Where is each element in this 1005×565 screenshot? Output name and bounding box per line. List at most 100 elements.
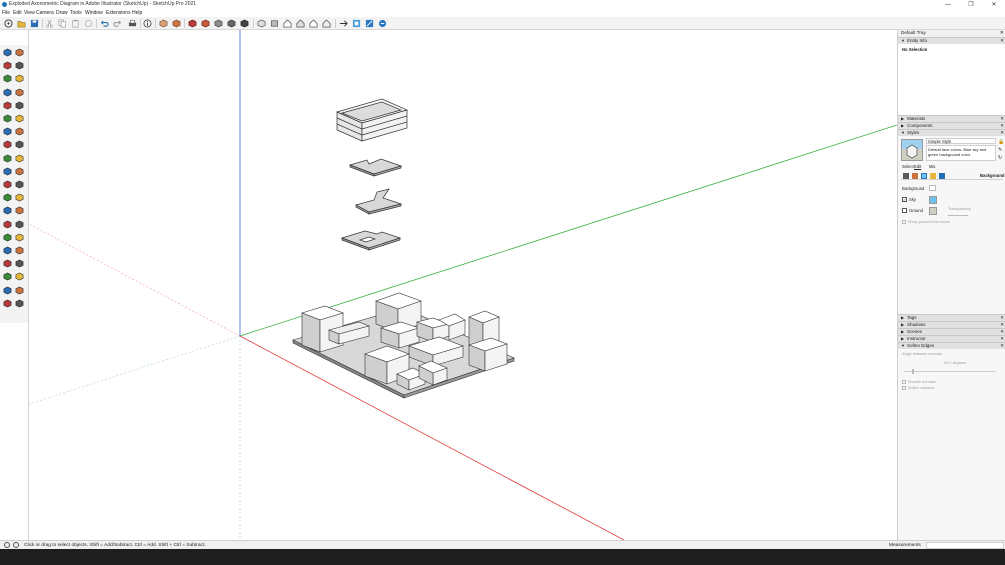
tab-mix[interactable]: Mix <box>929 164 936 169</box>
transparency-slider[interactable] <box>948 215 968 216</box>
show-ground-checkbox[interactable] <box>902 220 906 224</box>
position-camera-icon[interactable] <box>2 258 13 269</box>
hidden-line-icon[interactable] <box>200 18 211 29</box>
minimize-button[interactable]: — <box>937 0 959 10</box>
measurements-input[interactable] <box>926 542 1004 549</box>
3d-text-icon[interactable] <box>14 205 25 216</box>
model-info-icon[interactable] <box>142 18 153 29</box>
styles-panel-header[interactable]: ▼ Styles ✕ <box>898 129 1005 136</box>
tab-select[interactable]: Select <box>902 164 914 169</box>
watermark-settings-icon[interactable] <box>930 173 936 179</box>
section-cuts-icon[interactable] <box>364 18 375 29</box>
arc-icon[interactable] <box>2 113 13 124</box>
style-description-field[interactable]: Default face colors. Blue sky and green … <box>926 145 996 161</box>
materials-panel-header[interactable]: ▶ Materials ✕ <box>898 115 1005 122</box>
sandbox-icon[interactable] <box>2 285 13 296</box>
display-section-icon[interactable] <box>351 18 362 29</box>
move-icon[interactable] <box>2 139 13 150</box>
style-name-field[interactable]: Simple Style <box>926 138 996 144</box>
cut-icon[interactable] <box>44 18 55 29</box>
text-icon[interactable] <box>14 192 25 203</box>
polygon-icon[interactable] <box>14 100 25 111</box>
iso-view-icon[interactable] <box>256 18 267 29</box>
menu-tools[interactable]: Tools <box>70 10 82 17</box>
erase-icon[interactable] <box>83 18 94 29</box>
textured-icon[interactable] <box>226 18 237 29</box>
monochrome-icon[interactable] <box>239 18 250 29</box>
zoom-extents-icon[interactable] <box>2 245 13 256</box>
paste-icon[interactable] <box>70 18 81 29</box>
rectangle-icon[interactable] <box>2 87 13 98</box>
left-view-icon[interactable] <box>321 18 332 29</box>
sky-color-swatch[interactable] <box>929 196 937 204</box>
drape-icon[interactable] <box>2 298 13 309</box>
menu-draw[interactable]: Draw <box>56 10 68 17</box>
maximize-button[interactable]: ❐ <box>960 0 982 10</box>
background-color-swatch[interactable] <box>929 185 936 191</box>
dimension-icon[interactable] <box>14 179 25 190</box>
exploded-roof-layer[interactable] <box>335 98 409 142</box>
style-thumbnail[interactable] <box>901 139 923 161</box>
eraser-icon[interactable] <box>14 60 25 71</box>
menu-window[interactable]: Window <box>85 10 103 17</box>
edge-settings-icon[interactable] <box>903 173 909 179</box>
menu-extensions[interactable]: Extensions <box>106 10 130 17</box>
follow-me-icon[interactable] <box>14 153 25 164</box>
components-panel-header[interactable]: ▶ Components ✕ <box>898 122 1005 129</box>
instructor-panel-header[interactable]: ▶ Instructor ✕ <box>898 335 1005 342</box>
paint-icon[interactable]: ✎ <box>998 147 1002 153</box>
modeling-settings-icon[interactable] <box>939 173 945 179</box>
new-icon[interactable] <box>3 18 14 29</box>
ground-checkbox[interactable] <box>902 208 907 213</box>
soften-edges-panel-header[interactable]: ▼ Soften Edges ✕ <box>898 342 1005 349</box>
update-style-icon[interactable]: 🔒 <box>998 139 1004 145</box>
exploded-floor-slab-1[interactable] <box>348 158 403 177</box>
line-icon[interactable] <box>2 73 13 84</box>
zoom-window-icon[interactable] <box>14 232 25 243</box>
shaded-icon[interactable] <box>213 18 224 29</box>
orbit-icon[interactable] <box>2 219 13 230</box>
two-point-arc-icon[interactable] <box>2 126 13 137</box>
protractor-icon[interactable] <box>2 192 13 203</box>
help-icon[interactable] <box>13 542 19 548</box>
three-point-arc-icon[interactable] <box>14 126 25 137</box>
pan-icon[interactable] <box>14 219 25 230</box>
drawing-viewport[interactable] <box>29 30 897 540</box>
zoom-icon[interactable] <box>2 232 13 243</box>
tape-measure-icon[interactable] <box>2 179 13 190</box>
save-icon[interactable] <box>29 18 40 29</box>
close-icon[interactable]: ✕ <box>1000 30 1004 36</box>
face-settings-icon[interactable] <box>912 173 918 179</box>
menu-edit[interactable]: Edit <box>13 10 22 17</box>
background-settings-icon[interactable] <box>921 173 927 179</box>
smooth-normals-checkbox[interactable] <box>902 380 906 384</box>
top-view-icon[interactable] <box>269 18 280 29</box>
city-block-model[interactable] <box>292 292 515 399</box>
wireframe-icon[interactable] <box>187 18 198 29</box>
exploded-floor-slab-2[interactable] <box>355 188 403 215</box>
rotated-rectangle-icon[interactable] <box>14 87 25 98</box>
flip-edge-icon[interactable] <box>14 298 25 309</box>
rotate-icon[interactable] <box>2 153 13 164</box>
section-plane-icon[interactable] <box>14 271 25 282</box>
angle-slider-thumb[interactable] <box>912 369 914 374</box>
menu-camera[interactable]: Camera <box>36 10 54 17</box>
back-edges-icon[interactable] <box>171 18 182 29</box>
exploded-floor-slab-3[interactable] <box>340 230 402 251</box>
back-view-icon[interactable] <box>308 18 319 29</box>
entity-info-panel-header[interactable]: ▼ Entity Info ✕ <box>898 37 1005 44</box>
previous-view-icon[interactable] <box>14 245 25 256</box>
menu-view[interactable]: View <box>24 10 35 17</box>
look-around-icon[interactable] <box>2 271 13 282</box>
redo-icon[interactable] <box>112 18 123 29</box>
print-icon[interactable] <box>127 18 138 29</box>
xray-icon[interactable] <box>158 18 169 29</box>
copy-icon[interactable] <box>57 18 68 29</box>
soften-coplanar-checkbox[interactable] <box>902 386 906 390</box>
component-icon[interactable] <box>14 47 25 58</box>
circle-icon[interactable] <box>2 100 13 111</box>
tags-panel-header[interactable]: ▶ Tags ✕ <box>898 314 1005 321</box>
section-fill-icon[interactable] <box>377 18 388 29</box>
geo-location-icon[interactable] <box>4 542 10 548</box>
scenes-panel-header[interactable]: ▶ Scenes ✕ <box>898 328 1005 335</box>
